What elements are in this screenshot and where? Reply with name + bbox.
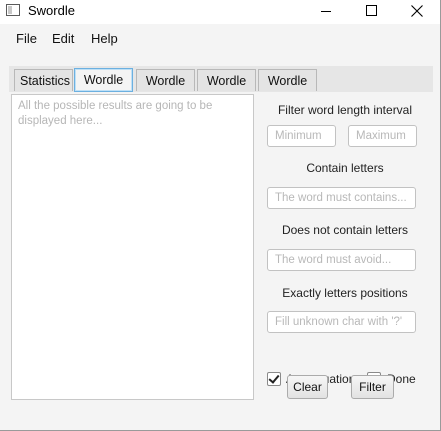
- accentuation-checkbox[interactable]: [267, 372, 281, 386]
- tab-wordle-2[interactable]: Wordle 2: [136, 69, 195, 110]
- menu-bar: File Edit Help: [0, 28, 440, 50]
- letter-positions-input[interactable]: Fill unknown char with '?': [267, 311, 416, 333]
- contain-letters-label: Contain letters: [306, 161, 384, 175]
- tab-content: All the possible results are going to be…: [9, 92, 433, 404]
- tab-pane: Statistics Wordle 1 Wordle 2 Wordle 3 Wo…: [9, 66, 433, 404]
- app-window: Swordle File Edit Help Statistics Wordle…: [0, 0, 441, 431]
- tab-statistics[interactable]: Statistics: [14, 69, 73, 91]
- menu-file[interactable]: File: [16, 31, 37, 46]
- length-interval-label: Filter word length interval: [277, 103, 413, 117]
- tab-wordle-1[interactable]: Wordle 1: [74, 68, 133, 109]
- min-length-input[interactable]: Minimum: [267, 125, 336, 147]
- results-placeholder: All the possible results are going to be…: [18, 100, 213, 127]
- filter-button[interactable]: Filter: [351, 375, 394, 399]
- contain-letters-input[interactable]: The word must contains...: [267, 187, 416, 209]
- maximize-icon[interactable]: [348, 0, 394, 24]
- not-contain-letters-label: Does not contain letters: [281, 223, 409, 237]
- max-length-input[interactable]: Maximum: [348, 125, 417, 147]
- menu-help[interactable]: Help: [91, 31, 118, 46]
- menu-edit[interactable]: Edit: [52, 31, 74, 46]
- minimize-icon[interactable]: [302, 0, 348, 24]
- app-window-icon: [6, 4, 20, 16]
- tab-wordle-3[interactable]: Wordle 3: [197, 69, 256, 110]
- clear-button[interactable]: Clear: [287, 375, 328, 399]
- letter-positions-label: Exactly letters positions: [282, 286, 408, 300]
- title-bar: Swordle: [0, 0, 440, 24]
- close-icon[interactable]: [394, 0, 440, 24]
- results-list[interactable]: All the possible results are going to be…: [11, 94, 254, 400]
- not-contain-letters-input[interactable]: The word must avoid...: [267, 249, 416, 271]
- tab-wordle-4[interactable]: Wordle 4: [258, 69, 317, 110]
- window-title: Swordle: [28, 3, 75, 18]
